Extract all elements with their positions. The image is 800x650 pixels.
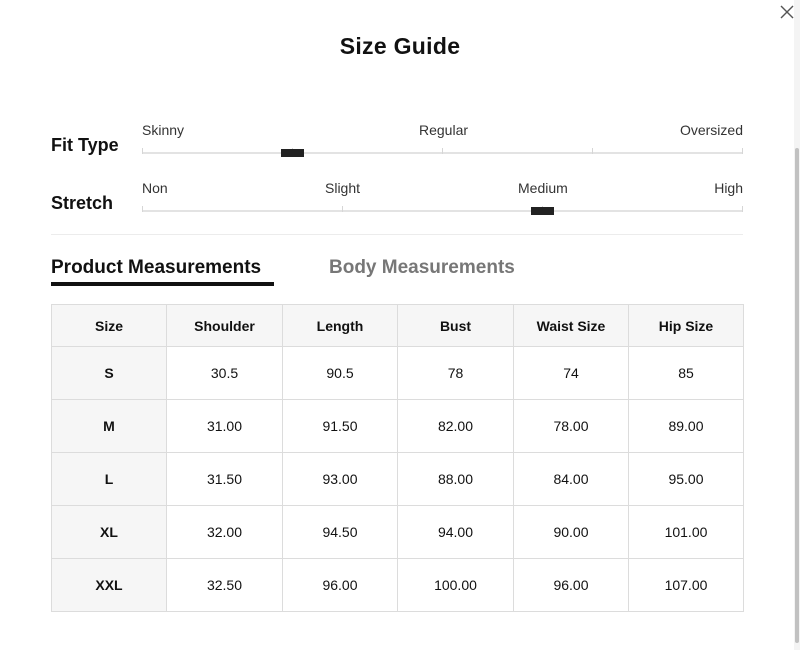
- table-cell: 101.00: [628, 505, 744, 559]
- table-cell: 85: [628, 346, 744, 400]
- size-cell: S: [51, 346, 167, 400]
- stretch-option-non: Non: [142, 180, 168, 196]
- stretch-option-medium: Medium: [518, 180, 568, 196]
- table-cell: 89.00: [628, 399, 744, 453]
- size-cell: L: [51, 452, 167, 506]
- table-row: XL 32.00 94.50 94.00 90.00 101.00: [51, 505, 744, 559]
- stretch-track: [142, 210, 743, 212]
- table-cell: 95.00: [628, 452, 744, 506]
- table-cell: 93.00: [282, 452, 398, 506]
- dialog-title: Size Guide: [339, 33, 461, 59]
- table-row: M 31.00 91.50 82.00 78.00 89.00: [51, 399, 744, 453]
- table-cell: 96.00: [282, 558, 398, 612]
- stretch-marker: [531, 207, 554, 215]
- table-cell: 30.5: [166, 346, 283, 400]
- table-cell: 32.50: [166, 558, 283, 612]
- table-cell: 74: [513, 346, 629, 400]
- table-cell: 91.50: [282, 399, 398, 453]
- fit-type-option-skinny: Skinny: [142, 122, 185, 138]
- table-cell: 94.00: [397, 505, 514, 559]
- tab-body-measurements[interactable]: Body Measurements: [329, 257, 515, 279]
- table-cell: 94.50: [282, 505, 398, 559]
- stretch-option-slight: Slight: [325, 180, 361, 196]
- table-cell: 90.5: [282, 346, 398, 400]
- stretch-tick: [142, 206, 143, 212]
- stretch-option-high: High: [714, 180, 743, 196]
- fit-type-tick: [742, 148, 743, 154]
- table-cell: 82.00: [397, 399, 514, 453]
- active-tab-underline: [51, 282, 274, 286]
- stretch-scale: Non Slight Medium High: [142, 180, 743, 220]
- fit-type-tick: [442, 148, 443, 154]
- stretch-label: Stretch: [51, 193, 114, 213]
- size-cell: XXL: [51, 558, 167, 612]
- fit-type-option-oversized: Oversized: [679, 122, 743, 138]
- tab-product-measurements[interactable]: Product Measurements: [51, 257, 261, 279]
- header-shoulder: Shoulder: [166, 304, 283, 347]
- table-cell: 32.00: [166, 505, 283, 559]
- fit-type-marker: [281, 149, 304, 157]
- fit-type-label: Fit Type: [51, 135, 119, 155]
- table-cell: 107.00: [628, 558, 744, 612]
- fit-type-option-regular: Regular: [419, 122, 469, 138]
- table-cell: 31.00: [166, 399, 283, 453]
- fit-type-row: Fit Type Skinny Regular Oversized: [51, 122, 743, 172]
- header-waist-size: Waist Size: [513, 304, 629, 347]
- table-cell: 78.00: [513, 399, 629, 453]
- scrollbar-thumb[interactable]: [795, 148, 799, 643]
- stretch-tick: [742, 206, 743, 212]
- section-divider: [51, 234, 743, 235]
- fit-type-scale: Skinny Regular Oversized: [142, 122, 743, 162]
- size-table: Size Shoulder Length Bust Waist Size Hip…: [51, 304, 744, 612]
- fit-type-tick: [592, 148, 593, 154]
- header-length: Length: [282, 304, 398, 347]
- header-bust: Bust: [397, 304, 514, 347]
- table-row: XXL 32.50 96.00 100.00 96.00 107.00: [51, 558, 744, 612]
- scrollbar-track[interactable]: [794, 0, 800, 650]
- table-cell: 90.00: [513, 505, 629, 559]
- table-cell: 100.00: [397, 558, 514, 612]
- stretch-tick: [342, 206, 343, 212]
- table-cell: 88.00: [397, 452, 514, 506]
- table-cell: 78: [397, 346, 514, 400]
- header-hip-size: Hip Size: [628, 304, 744, 347]
- table-header-row: Size Shoulder Length Bust Waist Size Hip…: [51, 304, 744, 347]
- stretch-row: Stretch Non Slight Medium High: [51, 180, 743, 230]
- size-cell: M: [51, 399, 167, 453]
- table-cell: 84.00: [513, 452, 629, 506]
- fit-type-tick: [142, 148, 143, 154]
- table-row: L 31.50 93.00 88.00 84.00 95.00: [51, 452, 744, 506]
- size-cell: XL: [51, 505, 167, 559]
- size-guide-dialog: Size Guide Fit Type Skinny Regular Overs…: [0, 0, 800, 650]
- table-cell: 96.00: [513, 558, 629, 612]
- header-size: Size: [51, 304, 167, 347]
- table-cell: 31.50: [166, 452, 283, 506]
- table-row: S 30.5 90.5 78 74 85: [51, 346, 744, 400]
